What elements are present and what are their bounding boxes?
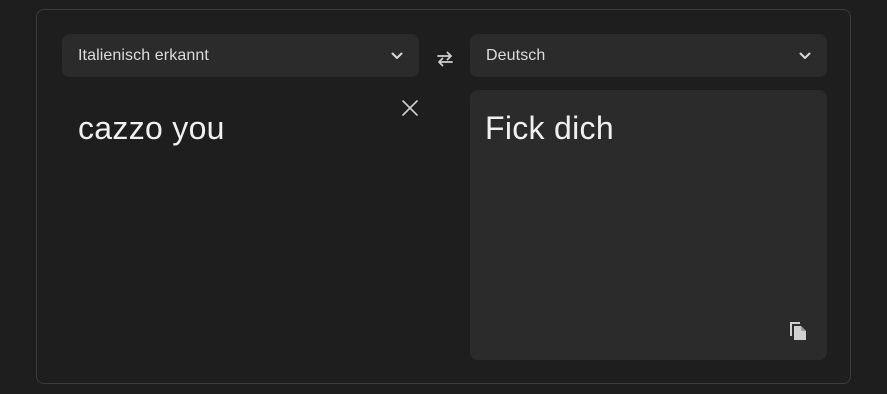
target-language-select[interactable]: Deutsch [470,34,827,77]
source-text-area[interactable]: cazzo you [62,90,419,360]
copy-translation-button[interactable] [787,320,809,344]
clear-source-button[interactable] [400,99,420,122]
swap-arrows-icon [435,49,455,74]
close-icon [401,99,419,122]
source-language-select[interactable]: Italienisch erkannt [62,34,419,77]
chevron-down-icon [799,50,811,62]
source-text: cazzo you [78,110,225,146]
copy-icon [788,319,808,346]
target-language-label: Deutsch [486,46,546,64]
translation-output-area: Fick dich [470,90,827,360]
source-language-label: Italienisch erkannt [78,46,209,64]
swap-languages-button[interactable] [432,48,458,74]
translation-text: Fick dich [485,110,614,146]
chevron-down-icon [391,50,403,62]
